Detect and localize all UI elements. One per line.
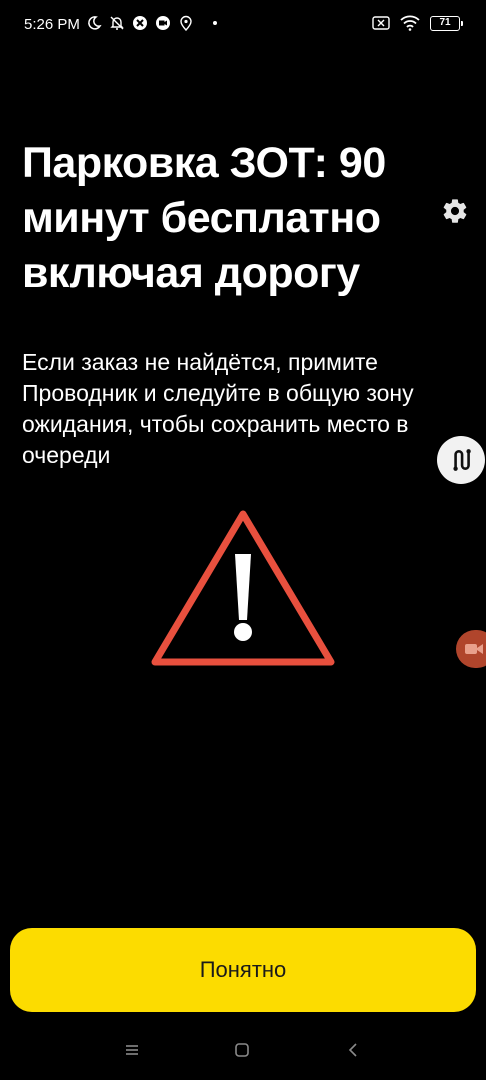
status-bar: 5:26 PM 71 (0, 0, 486, 52)
moon-icon (88, 16, 102, 30)
status-time: 5:26 PM (24, 16, 80, 33)
menu-button[interactable] (121, 1040, 143, 1060)
ok-button[interactable]: Понятно (10, 928, 476, 1012)
screen: 5:26 PM 71 Парковка ЗОТ: 90 минут беспла… (0, 0, 486, 1080)
camera-icon (465, 644, 483, 654)
status-icons-left (86, 15, 217, 31)
sim-disabled-icon (372, 16, 390, 30)
floating-camera-bubble[interactable] (456, 630, 486, 668)
settings-button[interactable] (440, 196, 470, 226)
menu-icon (126, 1045, 138, 1055)
back-icon (348, 1043, 357, 1057)
gear-icon (443, 199, 467, 223)
battery-icon: 71 (430, 15, 463, 31)
status-icons-right: 71 (372, 15, 463, 31)
warning-triangle-icon (151, 510, 335, 666)
dot-icon (213, 21, 217, 25)
home-icon (235, 1043, 249, 1057)
route-button[interactable] (437, 436, 485, 484)
description-text: Если заказ не найдётся, примите Проводни… (22, 349, 414, 468)
location-icon (180, 15, 192, 31)
page-title: Парковка ЗОТ: 90 минут бесплатно включая… (22, 139, 386, 297)
home-button[interactable] (231, 1040, 253, 1060)
screen-record-icon (156, 16, 170, 30)
app-icon (133, 16, 147, 30)
wifi-icon (400, 15, 420, 31)
back-button[interactable] (342, 1040, 364, 1060)
battery-level: 71 (439, 17, 451, 28)
navigation-bar (0, 1030, 486, 1070)
route-icon (453, 449, 471, 471)
bell-off-icon (110, 16, 124, 30)
